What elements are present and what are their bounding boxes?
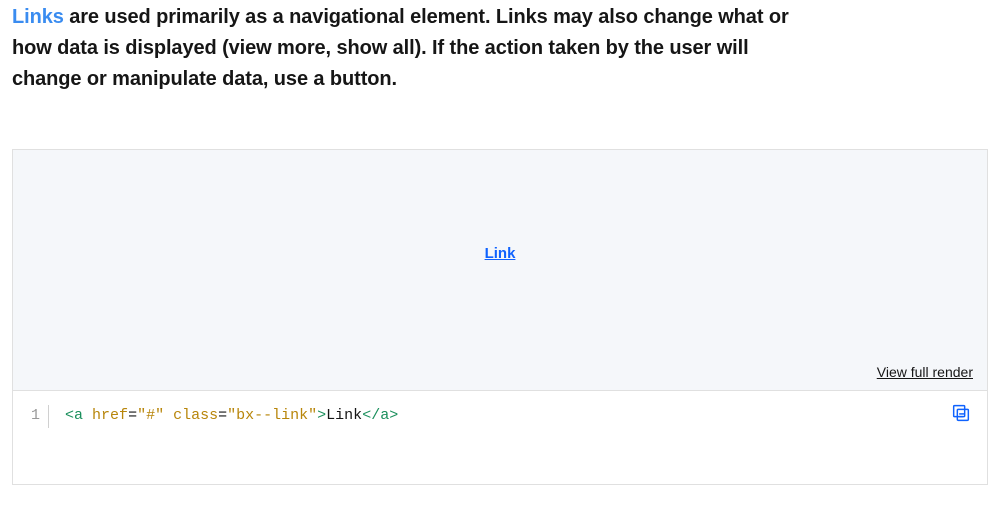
intro-text: are used primarily as a navigational ele…: [12, 6, 789, 90]
links-keyword-link[interactable]: Links: [12, 6, 64, 28]
code-content: <a href="#" class="bx--link">Link</a>: [59, 405, 398, 428]
code-area: 1 <a href="#" class="bx--link">Link</a>: [13, 391, 987, 484]
example-card: Link View full render 1 <a href="#" clas…: [12, 149, 988, 485]
preview-stage: Link: [13, 150, 987, 356]
intro-paragraph: Links are used primarily as a navigation…: [12, 0, 792, 103]
preview-footer: View full render: [13, 356, 987, 390]
example-link[interactable]: Link: [485, 245, 516, 262]
line-number: 1: [25, 405, 49, 428]
preview-area: Link View full render: [13, 150, 987, 391]
code-row: 1 <a href="#" class="bx--link">Link</a>: [25, 405, 975, 428]
copy-icon: [950, 402, 972, 429]
copy-code-button[interactable]: [949, 403, 973, 427]
view-full-render-link[interactable]: View full render: [877, 364, 973, 380]
